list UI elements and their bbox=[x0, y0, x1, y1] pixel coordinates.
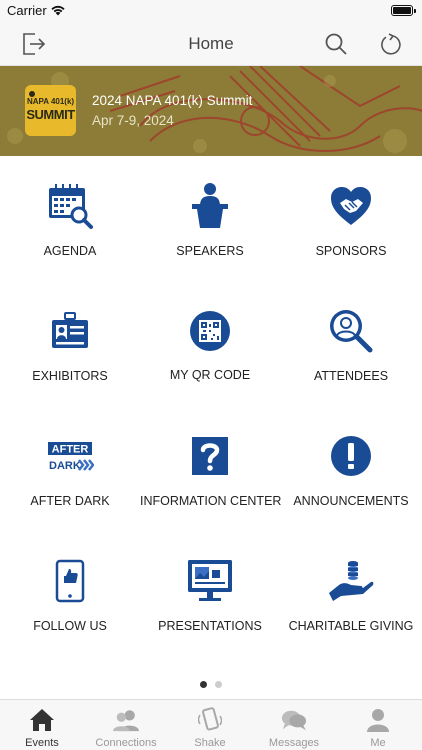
search-icon bbox=[325, 33, 347, 55]
people-icon bbox=[113, 707, 139, 733]
tab-label: Messages bbox=[268, 737, 320, 749]
chat-bubbles-icon bbox=[281, 707, 307, 733]
tab-events[interactable]: Events bbox=[0, 700, 84, 750]
calendar-search-icon bbox=[45, 181, 95, 231]
menu-tile-charitable-giving[interactable]: CHARITABLE GIVING bbox=[281, 531, 421, 656]
person-icon bbox=[365, 707, 391, 733]
page-dot-1[interactable] bbox=[200, 681, 207, 688]
phone-like-icon bbox=[45, 556, 95, 606]
qr-code-icon bbox=[185, 306, 235, 356]
tab-me[interactable]: Me bbox=[336, 700, 420, 750]
menu-tile-presentations[interactable]: PRESENTATIONS bbox=[140, 531, 280, 656]
refresh-icon bbox=[381, 33, 401, 55]
status-bar: Carrier bbox=[0, 0, 422, 22]
menu-tile-label: PRESENTATIONS bbox=[158, 619, 262, 633]
event-date: Apr 7-9, 2024 bbox=[92, 113, 174, 128]
badge-id-icon bbox=[45, 306, 95, 356]
question-mark-icon bbox=[185, 431, 235, 481]
menu-tile-label: EXHIBITORS bbox=[32, 369, 108, 383]
menu-tile-label: CHARITABLE GIVING bbox=[288, 619, 414, 633]
event-title: 2024 NAPA 401(k) Summit bbox=[92, 93, 253, 108]
menu-tile-label: MY QR CODE bbox=[169, 368, 251, 382]
exclamation-icon bbox=[326, 431, 376, 481]
heart-handshake-icon bbox=[326, 181, 376, 231]
page-indicator[interactable] bbox=[0, 681, 422, 689]
menu-tile-label: FOLLOW US bbox=[33, 619, 107, 633]
tab-label: Me bbox=[370, 737, 386, 749]
menu-tile-label: INFORMATION CENTER bbox=[140, 494, 282, 508]
navigation-bar: Home bbox=[0, 22, 422, 66]
event-logo: NAPA 401(k) SUMMIT bbox=[25, 85, 76, 136]
menu-tile-speakers[interactable]: SPEAKERS bbox=[140, 156, 280, 281]
page-dot-2[interactable] bbox=[215, 681, 222, 688]
tab-bar: Events Connections Shake Messages Me bbox=[0, 699, 422, 750]
tab-connections[interactable]: Connections bbox=[84, 700, 168, 750]
menu-tile-announcements[interactable]: ANNOUNCEMENTS bbox=[281, 406, 421, 531]
menu-tile-exhibitors[interactable]: EXHIBITORS bbox=[0, 281, 140, 406]
menu-tile-sponsors[interactable]: SPONSORS bbox=[281, 156, 421, 281]
search-button[interactable] bbox=[321, 29, 351, 59]
menu-tile-information-center[interactable]: INFORMATION CENTER bbox=[140, 406, 282, 531]
event-logo-line2: SUMMIT bbox=[26, 107, 75, 122]
after-dark-line2: DARK bbox=[49, 460, 81, 472]
menu-tile-label: SPONSORS bbox=[315, 244, 387, 258]
shake-phone-icon bbox=[197, 707, 223, 733]
home-menu-grid: AGENDA SPEAKERS SPONSORS EXHIBITORS MY Q… bbox=[0, 156, 422, 676]
menu-tile-after-dark[interactable]: AFTER DARK AFTER DARK bbox=[0, 406, 140, 531]
menu-tile-follow-us[interactable]: FOLLOW US bbox=[0, 531, 140, 656]
menu-tile-label: AGENDA bbox=[43, 244, 97, 258]
menu-tile-label: ANNOUNCEMENTS bbox=[293, 494, 409, 508]
home-icon bbox=[29, 707, 55, 733]
carrier-label: Carrier bbox=[7, 3, 47, 18]
menu-tile-label: ATTENDEES bbox=[313, 369, 389, 383]
refresh-button[interactable] bbox=[375, 29, 405, 59]
battery-icon bbox=[391, 5, 416, 16]
tab-messages[interactable]: Messages bbox=[252, 700, 336, 750]
person-search-icon bbox=[326, 306, 376, 356]
menu-tile-agenda[interactable]: AGENDA bbox=[0, 156, 140, 281]
hand-coins-icon bbox=[326, 556, 376, 606]
presentation-monitor-icon bbox=[185, 556, 235, 606]
menu-tile-label: AFTER DARK bbox=[30, 494, 110, 508]
event-logo-line1: NAPA 401(k) bbox=[26, 97, 75, 106]
menu-tile-my-qr-code[interactable]: MY QR CODE bbox=[140, 281, 280, 406]
menu-tile-label: SPEAKERS bbox=[176, 244, 244, 258]
wifi-icon bbox=[50, 3, 66, 21]
tab-label: Events bbox=[25, 737, 59, 749]
tab-label: Shake bbox=[194, 737, 226, 749]
menu-tile-attendees[interactable]: ATTENDEES bbox=[281, 281, 421, 406]
tab-shake[interactable]: Shake bbox=[168, 700, 252, 750]
after-dark-logo-icon: AFTER DARK bbox=[45, 431, 95, 481]
tab-label: Connections bbox=[95, 737, 157, 749]
event-banner[interactable]: NAPA 401(k) SUMMIT 2024 NAPA 401(k) Summ… bbox=[0, 66, 422, 156]
podium-speaker-icon bbox=[185, 181, 235, 231]
page-title: Home bbox=[188, 34, 234, 53]
after-dark-line1: AFTER bbox=[52, 444, 89, 456]
